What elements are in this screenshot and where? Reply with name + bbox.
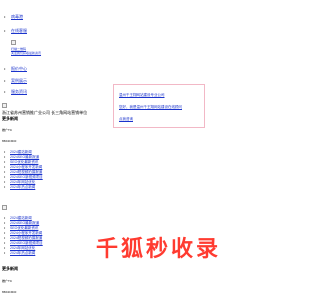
- notice-greeting-link[interactable]: 您好，我是温州千王翔网站建设在线顾问: [119, 105, 182, 110]
- section-meta-code: 6504C9C0: [2, 139, 17, 143]
- bullet: •: [4, 170, 6, 174]
- nav-item-home[interactable]: 病毒港: [11, 14, 23, 20]
- brand-watermark-logo: 千狐秒收录: [96, 237, 222, 262]
- bullet: •: [4, 66, 6, 71]
- section-meta-code: 6504C9C0: [2, 290, 17, 294]
- bullet: •: [4, 89, 6, 94]
- bullet: •: [4, 221, 6, 225]
- bullet: •: [4, 155, 6, 159]
- bullet: •: [4, 251, 6, 255]
- follow-us-link[interactable]: 关注我们获取最新资讯: [11, 51, 41, 55]
- bullet: •: [4, 231, 6, 235]
- nav-item-service[interactable]: 在线客服: [11, 28, 27, 34]
- bullet: •: [4, 150, 6, 154]
- section-title: 更多新闻: [2, 116, 18, 121]
- section-meta: 推广TC: [2, 279, 12, 283]
- bullet: •: [4, 28, 6, 33]
- bullet: •: [4, 180, 6, 184]
- notice-company-link[interactable]: 温州千王翔网站建设专业公司: [119, 93, 165, 98]
- nav-item-pricing[interactable]: 报价中心: [11, 66, 27, 72]
- bullet: •: [4, 165, 6, 169]
- list-item[interactable]: 2024年热点新闻: [10, 251, 35, 256]
- section-meta: 推广TC: [2, 128, 12, 132]
- bullet: •: [4, 241, 6, 245]
- list-item[interactable]: 2024年热点新闻: [10, 185, 35, 190]
- section-title: 更多新闻: [2, 266, 18, 271]
- bullet: •: [4, 185, 6, 189]
- bullet: •: [4, 246, 6, 250]
- divider-image: [2, 205, 7, 210]
- bullet: •: [4, 14, 6, 19]
- bullet: •: [4, 236, 6, 240]
- consult-notice-box: 温州千王翔网站建设专业公司 您好，我是温州千王翔网站建设在线顾问 点我咨询: [113, 84, 205, 128]
- nav-item-news[interactable]: 服务资讯: [11, 89, 27, 95]
- bullet: •: [4, 216, 6, 220]
- bullet: •: [4, 226, 6, 230]
- section-image: [2, 103, 7, 108]
- bullet: •: [4, 78, 6, 83]
- nav-item-cases[interactable]: 案例展示: [11, 78, 27, 84]
- bullet: •: [4, 160, 6, 164]
- bullet: •: [4, 175, 6, 179]
- consult-now-link[interactable]: 点我咨询: [119, 117, 133, 122]
- qr-code-image: [11, 40, 16, 45]
